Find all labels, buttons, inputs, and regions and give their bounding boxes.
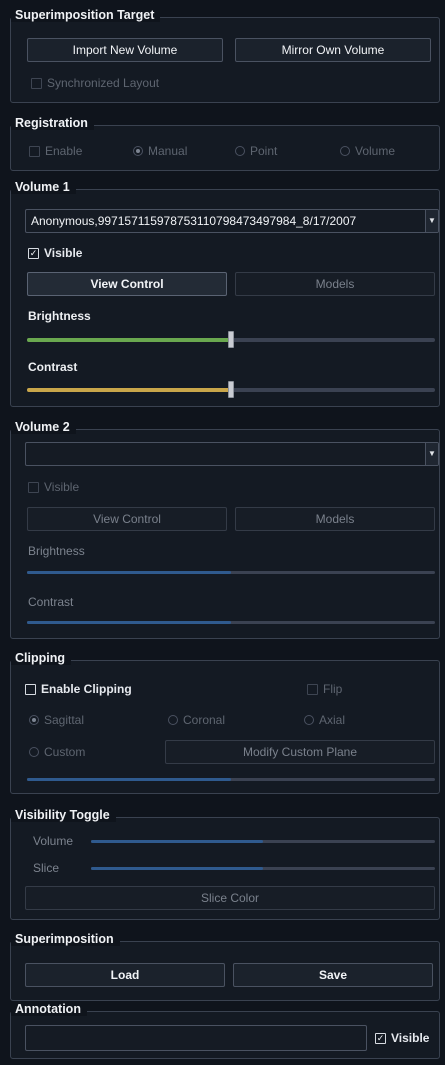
volume2-visible-checkbox[interactable]: Visible: [28, 479, 79, 495]
registration-manual-radio[interactable]: Manual: [133, 143, 187, 159]
volume2-select[interactable]: ▼: [25, 442, 439, 466]
section-title: Annotation: [11, 1002, 87, 1016]
coronal-radio[interactable]: Coronal: [168, 712, 225, 728]
sagittal-radio[interactable]: Sagittal: [29, 712, 84, 728]
radio-icon: [304, 715, 314, 725]
checkbox-icon: [28, 481, 39, 493]
checkbox-checked-icon: ✓: [28, 247, 39, 259]
volume1-view-control-tab[interactable]: View Control: [27, 272, 227, 296]
slider-fill: [27, 621, 231, 624]
slider-fill: [27, 338, 231, 342]
volume2-brightness-slider[interactable]: [27, 571, 435, 574]
checkbox-label: Visible: [391, 1031, 430, 1045]
superimposition-target-section: Superimposition Target Import New Volume…: [10, 8, 440, 103]
annotation-text-input[interactable]: [25, 1025, 367, 1051]
synchronized-layout-checkbox[interactable]: Synchronized Layout: [31, 75, 159, 91]
clipping-section: Clipping Enable Clipping Flip Sagittal C…: [10, 651, 440, 794]
slice-color-button[interactable]: Slice Color: [25, 886, 435, 910]
custom-radio[interactable]: Custom: [29, 744, 85, 760]
section-title: Superimposition Target: [11, 8, 161, 22]
enable-clipping-checkbox[interactable]: Enable Clipping: [25, 681, 132, 697]
checkbox-checked-icon: ✓: [375, 1032, 386, 1044]
checkbox-icon: [31, 77, 42, 89]
radio-icon: [235, 146, 245, 156]
checkbox-icon: [29, 145, 40, 157]
volume2-section: Volume 2 ▼ Visible View Control Models B…: [10, 420, 440, 639]
volume1-models-tab[interactable]: Models: [235, 272, 435, 296]
volume1-section: Volume 1 Anonymous,997157115978753110798…: [10, 180, 440, 407]
radio-label: Coronal: [183, 713, 226, 727]
radio-icon: [168, 715, 178, 725]
section-title: Superimposition: [11, 932, 120, 946]
volume2-models-tab[interactable]: Models: [235, 507, 435, 531]
radio-label: Manual: [148, 144, 188, 158]
slider-fill: [27, 388, 231, 392]
brightness-label: Brightness: [28, 309, 91, 323]
checkbox-label: Visible: [44, 246, 83, 260]
slice-opacity-label: Slice: [33, 861, 60, 875]
registration-section: Registration Enable Manual Point Volume: [10, 116, 440, 171]
slider-fill: [91, 840, 263, 843]
radio-selected-icon: [29, 715, 39, 725]
checkbox-label: Visible: [44, 480, 80, 494]
section-title: Visibility Toggle: [11, 808, 116, 822]
registration-point-radio[interactable]: Point: [235, 143, 277, 159]
slice-opacity-slider[interactable]: [91, 867, 435, 870]
volume1-select[interactable]: Anonymous,997157115978753110798473497984…: [25, 209, 439, 233]
radio-icon: [340, 146, 350, 156]
dropdown-arrow-icon: ▼: [425, 443, 438, 465]
volume-opacity-label: Volume: [33, 834, 74, 848]
volume2-view-control-tab[interactable]: View Control: [27, 507, 227, 531]
slider-thumb[interactable]: [228, 331, 234, 348]
checkbox-label: Enable: [45, 144, 83, 158]
radio-selected-icon: [133, 146, 143, 156]
checkbox-label: Enable Clipping: [41, 682, 132, 696]
dropdown-arrow-icon: ▼: [425, 210, 438, 232]
registration-volume-radio[interactable]: Volume: [340, 143, 395, 159]
flip-checkbox[interactable]: Flip: [307, 681, 342, 697]
save-button[interactable]: Save: [233, 963, 433, 987]
annotation-section: Annotation ✓ Visible: [10, 1002, 440, 1059]
axial-radio[interactable]: Axial: [304, 712, 345, 728]
radio-label: Sagittal: [44, 713, 85, 727]
volume1-contrast-slider[interactable]: [27, 381, 435, 398]
contrast-label: Contrast: [28, 360, 78, 374]
section-title: Clipping: [11, 651, 71, 665]
slider-thumb[interactable]: [228, 381, 234, 398]
annotation-visible-checkbox[interactable]: ✓ Visible: [375, 1030, 429, 1046]
volume-opacity-slider[interactable]: [91, 840, 435, 843]
volume1-brightness-slider[interactable]: [27, 331, 435, 348]
section-title: Volume 1: [11, 180, 76, 194]
radio-label: Volume: [355, 144, 396, 158]
section-title: Registration: [11, 116, 94, 130]
modify-custom-plane-button[interactable]: Modify Custom Plane: [165, 740, 435, 764]
slider-fill: [91, 867, 263, 870]
section-title: Volume 2: [11, 420, 76, 434]
radio-icon: [29, 747, 39, 757]
volume2-contrast-slider[interactable]: [27, 621, 435, 624]
contrast-label: Contrast: [28, 595, 74, 609]
volume1-select-value: Anonymous,997157115978753110798473497984…: [31, 214, 357, 228]
volume1-visible-checkbox[interactable]: ✓ Visible: [28, 245, 82, 261]
slider-fill: [27, 571, 231, 574]
radio-label: Custom: [44, 745, 86, 759]
import-new-volume-button[interactable]: Import New Volume: [27, 38, 223, 62]
superimposition-section: Superimposition Load Save: [10, 932, 440, 1001]
brightness-label: Brightness: [28, 544, 85, 558]
checkbox-label: Synchronized Layout: [47, 76, 160, 90]
visibility-toggle-section: Visibility Toggle Volume Slice Slice Col…: [10, 808, 440, 920]
radio-label: Point: [250, 144, 278, 158]
load-button[interactable]: Load: [25, 963, 225, 987]
mirror-own-volume-button[interactable]: Mirror Own Volume: [235, 38, 431, 62]
slider-fill: [27, 778, 231, 781]
checkbox-label: Flip: [323, 682, 343, 696]
checkbox-icon: [307, 683, 318, 695]
radio-label: Axial: [319, 713, 346, 727]
registration-enable-checkbox[interactable]: Enable: [29, 143, 82, 159]
checkbox-icon: [25, 683, 36, 695]
clipping-slider[interactable]: [27, 778, 435, 781]
